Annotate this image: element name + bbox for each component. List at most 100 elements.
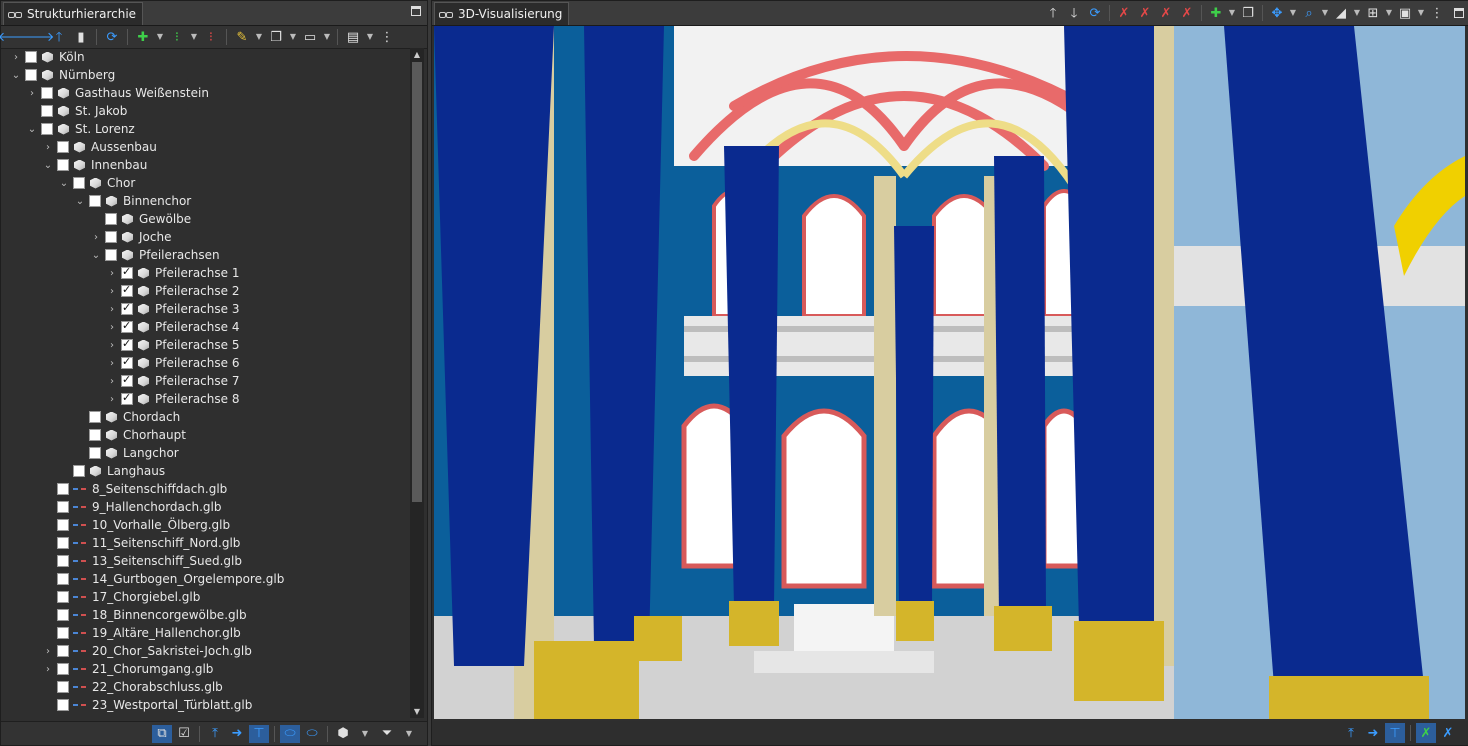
- chevron-right-icon[interactable]: ›: [105, 394, 119, 405]
- tree-row[interactable]: 10_Vorhalle_Ölberg.glb: [1, 516, 409, 534]
- dropdown-icon[interactable]: ▼: [1320, 3, 1330, 23]
- visibility-checkbox[interactable]: [121, 301, 133, 315]
- copy-icon[interactable]: ❐: [266, 27, 286, 47]
- copy-icon[interactable]: ❐: [1238, 3, 1258, 23]
- tab-strukturhierarchie[interactable]: Strukturhierarchie: [3, 1, 144, 25]
- dropdown-icon[interactable]: ▼: [288, 27, 298, 47]
- scrollbar-thumb[interactable]: [412, 62, 422, 502]
- tree-row[interactable]: › Pfeilerachse 3: [1, 300, 409, 318]
- dropdown-icon[interactable]: ▼: [322, 27, 332, 47]
- cube-settings-icon[interactable]: ⬢: [333, 725, 353, 743]
- visibility-checkbox[interactable]: [121, 355, 133, 369]
- chevron-right-icon[interactable]: ›: [89, 232, 103, 243]
- arrow-down-icon[interactable]: 🡓: [1064, 3, 1084, 23]
- chevron-right-icon[interactable]: ›: [105, 268, 119, 279]
- tree-row[interactable]: St. Jakob: [1, 102, 409, 120]
- dropdown-icon[interactable]: ▼: [1227, 3, 1237, 23]
- chevron-down-icon[interactable]: ⌄: [57, 178, 71, 189]
- maximize-icon[interactable]: [411, 6, 421, 16]
- tree-row[interactable]: 18_Binnencorgewölbe.glb: [1, 606, 409, 624]
- visibility-checkbox[interactable]: [121, 265, 133, 279]
- tree-row[interactable]: Chorhaupt: [1, 426, 409, 444]
- dropdown-icon[interactable]: ▼: [1288, 3, 1298, 23]
- chevron-down-icon[interactable]: ⌄: [73, 196, 87, 207]
- visibility-checkbox[interactable]: [121, 319, 133, 333]
- chevron-down-icon[interactable]: ⌄: [9, 70, 23, 81]
- tree-scrollbar[interactable]: ▲ ▼: [410, 48, 424, 718]
- chevron-right-icon[interactable]: ›: [41, 646, 55, 657]
- collapse-all-icon[interactable]: ⧉: [152, 724, 172, 743]
- visibility-checkbox[interactable]: [41, 123, 53, 135]
- visibility-checkbox[interactable]: [121, 283, 133, 297]
- export-up-icon[interactable]: ⤒: [205, 725, 225, 743]
- filter-tree-icon[interactable]: ⊤: [249, 724, 269, 743]
- visibility-checkbox[interactable]: [41, 105, 53, 117]
- chevron-right-icon[interactable]: ›: [105, 358, 119, 369]
- visibility-checkbox[interactable]: [57, 699, 69, 711]
- visibility-checkbox[interactable]: [89, 195, 101, 207]
- pin-unlink-icon[interactable]: ✗: [1438, 723, 1458, 743]
- tree-row[interactable]: › Köln: [1, 48, 409, 66]
- tree-row[interactable]: › Pfeilerachse 7: [1, 372, 409, 390]
- pin-icon[interactable]: ✗: [1114, 3, 1134, 23]
- dropdown-icon[interactable]: ▼: [155, 27, 165, 47]
- visibility-checkbox[interactable]: [57, 591, 69, 603]
- tree-row[interactable]: Langhaus: [1, 462, 409, 480]
- tree-row[interactable]: › Pfeilerachse 1: [1, 264, 409, 282]
- chevron-down-icon[interactable]: ⌄: [89, 250, 103, 261]
- tab-3d-visualisierung[interactable]: 3D-Visualisierung: [434, 1, 570, 25]
- visibility-checkbox[interactable]: [73, 465, 85, 477]
- visibility-checkbox[interactable]: [57, 555, 69, 567]
- visibility-checkbox[interactable]: [73, 177, 85, 189]
- menu-icon[interactable]: ⋮: [377, 27, 397, 47]
- tree-row[interactable]: 23_Westportal_Türblatt.glb: [1, 696, 409, 714]
- tree-row[interactable]: › 20_Chor_Sakristei-Joch.glb: [1, 642, 409, 660]
- dropdown-icon[interactable]: ▼: [1352, 3, 1362, 23]
- refresh-icon[interactable]: ⟳: [102, 27, 122, 47]
- visibility-checkbox[interactable]: [57, 645, 69, 657]
- 3d-viewport[interactable]: [434, 26, 1465, 719]
- dropdown-icon[interactable]: ▼: [254, 27, 264, 47]
- tree-row[interactable]: › Gasthaus Weißenstein: [1, 84, 409, 102]
- visibility-checkbox[interactable]: [105, 249, 117, 261]
- dropdown-icon[interactable]: ▼: [355, 725, 375, 743]
- visibility-checkbox[interactable]: [57, 519, 69, 531]
- eraser-icon[interactable]: ◢: [1331, 3, 1351, 23]
- tree-row[interactable]: Langchor: [1, 444, 409, 462]
- tree-row[interactable]: › Pfeilerachse 4: [1, 318, 409, 336]
- visibility-checkbox[interactable]: [57, 663, 69, 675]
- filter-tree-icon[interactable]: ⊤: [1385, 723, 1405, 743]
- arrow-up-icon[interactable]: 🡑: [49, 27, 69, 47]
- pencil-icon[interactable]: ✎: [232, 27, 252, 47]
- tree-row[interactable]: ⌄ Innenbau: [1, 156, 409, 174]
- remove-icon[interactable]: ⁝: [201, 27, 221, 47]
- panel-icon[interactable]: ▤: [343, 27, 363, 47]
- tree-row[interactable]: ⌄ St. Lorenz: [1, 120, 409, 138]
- tree-row[interactable]: 11_Seitenschiff_Nord.glb: [1, 534, 409, 552]
- visibility-checkbox[interactable]: [57, 573, 69, 585]
- pin-link-icon[interactable]: ✗: [1416, 723, 1436, 743]
- filter-icon[interactable]: ⏷: [377, 725, 397, 743]
- visibility-checkbox[interactable]: [121, 337, 133, 351]
- visibility-checkbox[interactable]: [105, 213, 117, 225]
- link-icon[interactable]: ⬭: [280, 724, 300, 743]
- tree-row[interactable]: 14_Gurtbogen_Orgelempore.glb: [1, 570, 409, 588]
- tree-row[interactable]: 9_Hallenchordach.glb: [1, 498, 409, 516]
- scroll-down-icon[interactable]: ▼: [412, 707, 422, 716]
- tree-row[interactable]: ⌄ Nürnberg: [1, 66, 409, 84]
- dropdown-icon[interactable]: ▼: [399, 725, 419, 743]
- tree-row[interactable]: 17_Chorgiebel.glb: [1, 588, 409, 606]
- visibility-checkbox[interactable]: [57, 609, 69, 621]
- arrow-right-icon[interactable]: ➜: [1363, 723, 1383, 743]
- chevron-right-icon[interactable]: ›: [41, 664, 55, 675]
- chevron-right-icon[interactable]: ›: [105, 304, 119, 315]
- tree-row[interactable]: 13_Seitenschiff_Sued.glb: [1, 552, 409, 570]
- tree-row[interactable]: 19_Altäre_Hallenchor.glb: [1, 624, 409, 642]
- cathedral-3d-render[interactable]: [434, 26, 1465, 719]
- tree-row[interactable]: Chordach: [1, 408, 409, 426]
- tree-row[interactable]: › Joche: [1, 228, 409, 246]
- view-icon[interactable]: ▭: [300, 27, 320, 47]
- unlink-icon[interactable]: ⬭: [302, 725, 322, 743]
- visibility-checkbox[interactable]: [57, 501, 69, 513]
- grid-icon[interactable]: ⊞: [1363, 3, 1383, 23]
